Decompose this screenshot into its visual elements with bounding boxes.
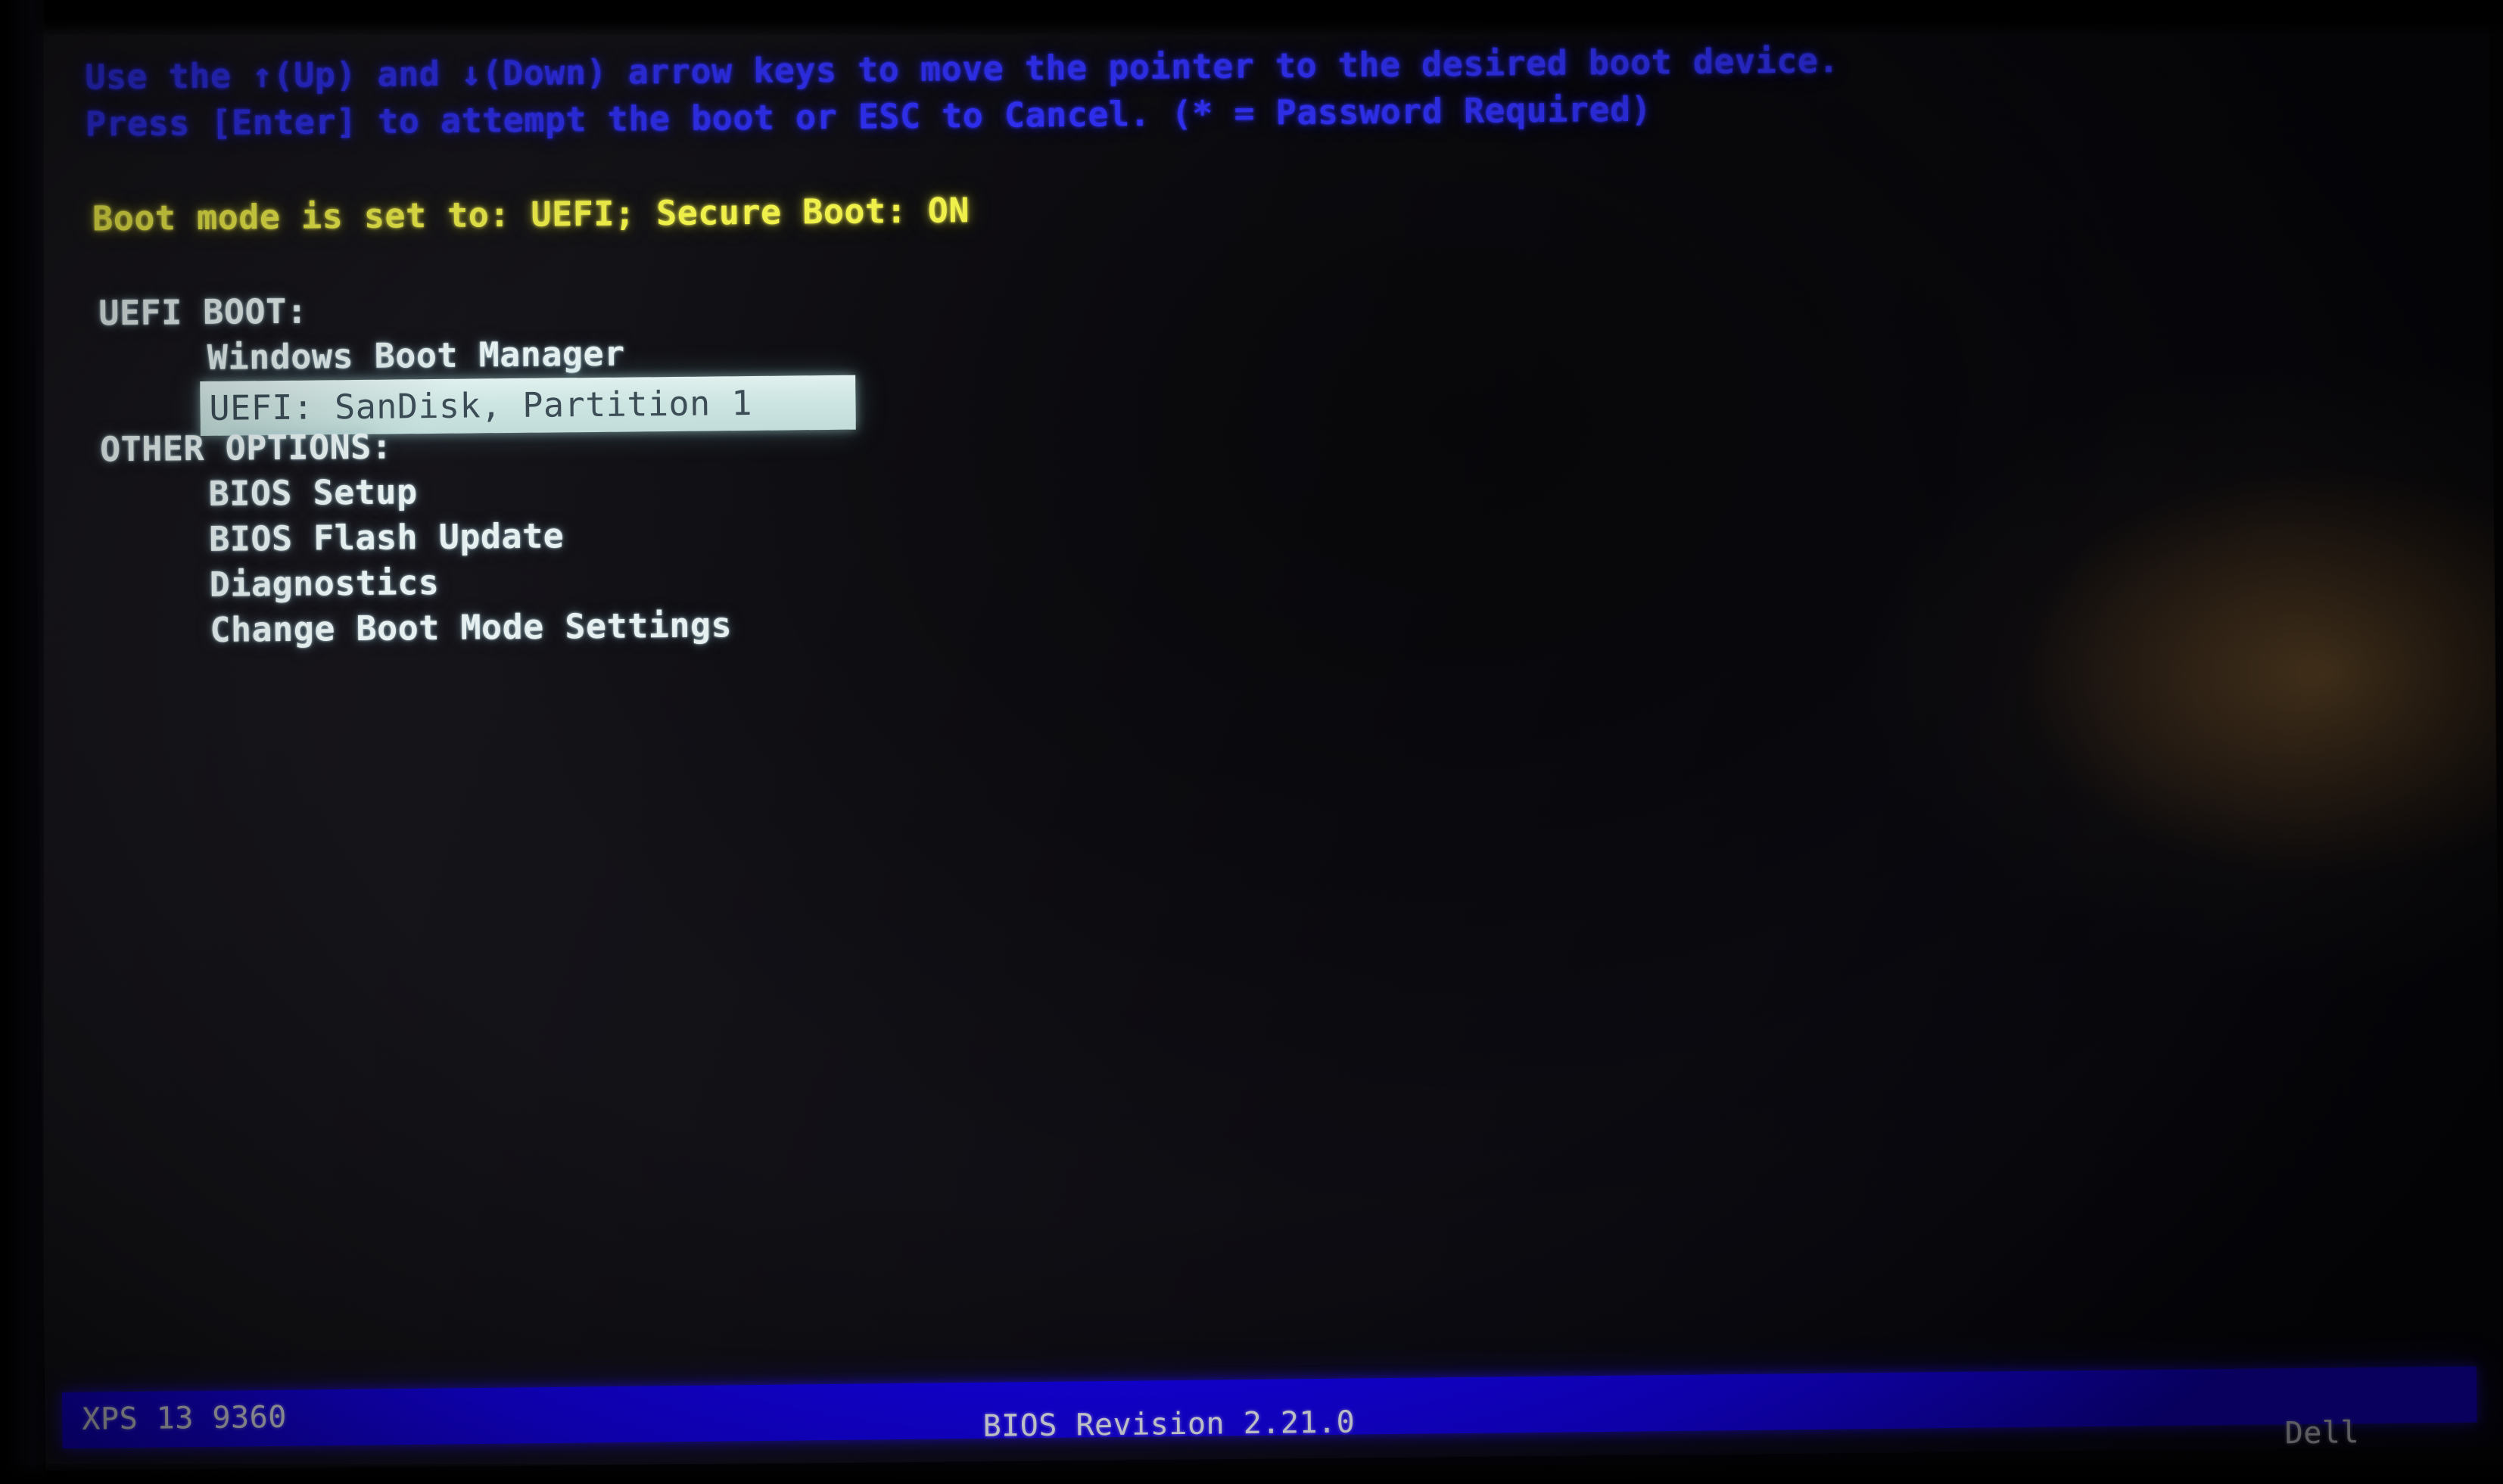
status-bar-vendor: Dell [2284,1415,2360,1451]
status-bar-model: XPS 13 9360 [82,1399,288,1437]
bezel-top-edge [0,0,2503,35]
other-option-bios-flash-update[interactable]: BIOS Flash Update [209,515,565,559]
boot-menu-content: Use the ↑(Up) and ↓(Down) arrow keys to … [0,0,2503,1484]
boot-entry-windows-boot-manager[interactable]: Windows Boot Manager [207,334,625,378]
instruction-line-enter-escape: Press [Enter] to attempt the boot or ESC… [85,89,1652,145]
bezel-bottom-edge [0,1464,2503,1484]
other-options-heading: OTHER OPTIONS: [99,426,393,470]
bezel-left-edge [0,0,44,1484]
other-option-diagnostics[interactable]: Diagnostics [210,562,440,605]
boot-entry-sandisk-label: UEFI: SanDisk, Partition 1 [209,382,753,428]
other-option-change-boot-mode-settings[interactable]: Change Boot Mode Settings [210,605,732,650]
instruction-line-navigation: Use the ↑(Up) and ↓(Down) arrow keys to … [85,40,1840,98]
uefi-boot-heading: UEFI BOOT: [98,291,308,334]
other-option-bios-setup[interactable]: BIOS Setup [208,471,417,514]
boot-mode-status-text: Boot mode is set to: UEFI; Secure Boot: … [92,190,970,239]
status-bar-bios-revision: BIOS Revision 2.21.0 [982,1405,1356,1444]
bios-boot-menu-screen: Use the ↑(Up) and ↓(Down) arrow keys to … [0,0,2503,1484]
